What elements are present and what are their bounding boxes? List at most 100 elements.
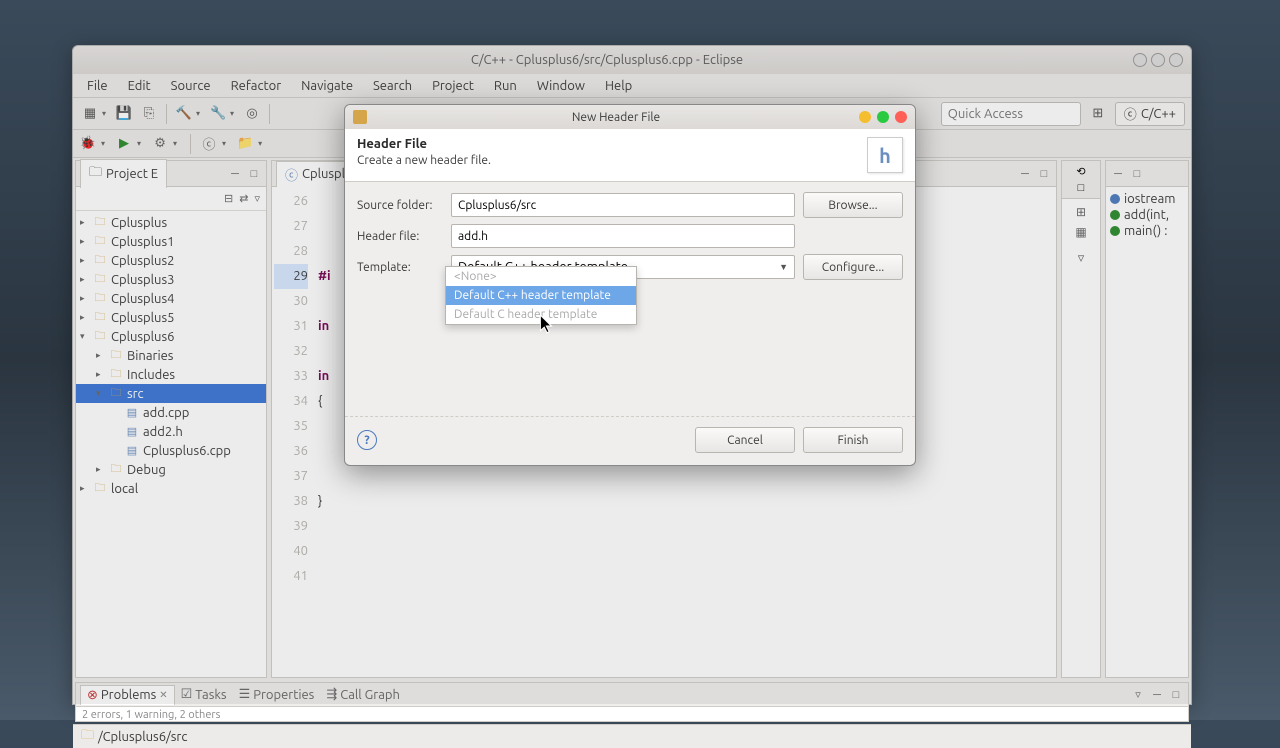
tree-item-add2-h[interactable]: ▤add2.h	[76, 422, 266, 441]
open-perspective-icon[interactable]: ⊞	[1087, 103, 1109, 125]
profile-icon[interactable]: ⚙	[151, 135, 169, 153]
tree-item-src[interactable]: ▾🗀src	[76, 384, 266, 403]
tree-item-includes[interactable]: ▸🗀Includes	[76, 365, 266, 384]
menu-project[interactable]: Project	[422, 76, 484, 96]
browse-button[interactable]: Browse...	[803, 192, 903, 218]
close-icon[interactable]: ✕	[159, 689, 167, 701]
header-file-icon: h	[867, 137, 903, 173]
save-icon[interactable]: 💾	[113, 103, 135, 125]
new-class-icon[interactable]: ⓒ	[200, 135, 218, 153]
tree-item-local[interactable]: ▸🗀local	[76, 479, 266, 498]
tab-properties[interactable]: ☰ Properties	[233, 685, 321, 704]
maximize-outline-icon[interactable]: □	[1129, 166, 1145, 182]
project-tree[interactable]: ▸🗀Cplusplus▸🗀Cplusplus1▸🗀Cplusplus2▸🗀Cpl…	[76, 211, 266, 500]
cancel-button[interactable]: Cancel	[695, 427, 795, 453]
maximize-panel-icon-2[interactable]: □	[1078, 182, 1085, 194]
status-path: /Cplusplus6/src	[98, 730, 187, 744]
template-dropdown: <None> Default C++ header template Defau…	[445, 266, 637, 325]
menu-edit[interactable]: Edit	[118, 76, 161, 96]
minimize-bottom-icon[interactable]: ─	[1149, 687, 1165, 703]
run-icon[interactable]: ▶	[115, 135, 133, 153]
minimize-panel-icon[interactable]: ─	[227, 166, 243, 182]
build-icon[interactable]: 🔨	[173, 103, 195, 125]
tree-item-cplusplus[interactable]: ▸🗀Cplusplus	[76, 213, 266, 232]
tree-item-cplusplus5[interactable]: ▸🗀Cplusplus5	[76, 308, 266, 327]
main-titlebar: C/C++ - Cplusplus6/src/Cplusplus6.cpp - …	[73, 46, 1191, 74]
maximize-editor-icon[interactable]: □	[1036, 166, 1052, 182]
outline-item[interactable]: main() :	[1110, 223, 1184, 239]
help-icon[interactable]: ?	[357, 430, 377, 450]
dialog-subheading: Create a new header file.	[357, 154, 867, 167]
dialog-titlebar[interactable]: New Header File	[345, 105, 915, 129]
minimize-button[interactable]	[1133, 53, 1147, 67]
view-icon-1[interactable]: ⊞	[1076, 205, 1086, 219]
project-explorer-tab[interactable]: 🗀 Project E	[80, 159, 167, 188]
menu-file[interactable]: File	[77, 76, 118, 96]
maximize-panel-icon[interactable]: □	[246, 166, 262, 182]
tree-item-cplusplus6[interactable]: ▾🗀Cplusplus6	[76, 327, 266, 346]
call-graph-icon: ⇶	[326, 687, 337, 702]
dropdown-item-c[interactable]: Default C header template	[446, 305, 636, 324]
tree-item-cplusplus4[interactable]: ▸🗀Cplusplus4	[76, 289, 266, 308]
link-editor-icon[interactable]: ⇄	[239, 192, 248, 205]
dialog-maximize-button[interactable]	[877, 111, 889, 123]
quick-access-input[interactable]	[941, 102, 1081, 126]
header-file-input[interactable]	[451, 224, 795, 248]
folder-icon: 🗀	[81, 726, 94, 748]
project-explorer-icon: 🗀	[89, 163, 102, 185]
tab-problems[interactable]: ⊗ Problems ✕	[80, 685, 175, 705]
header-file-label: Header file:	[357, 230, 443, 243]
cpp-file-icon: ⓒ	[285, 165, 298, 184]
tree-item-cplusplus1[interactable]: ▸🗀Cplusplus1	[76, 232, 266, 251]
dropdown-item-none[interactable]: <None>	[446, 267, 636, 286]
wrench-icon[interactable]: 🔧	[207, 103, 229, 125]
configure-button[interactable]: Configure...	[803, 254, 903, 280]
minimized-panel: ⟲ □ ⊞ ▦ ▿	[1061, 160, 1101, 678]
restore-panel-icon[interactable]: ⟲	[1076, 165, 1085, 178]
tab-call-graph[interactable]: ⇶ Call Graph	[320, 685, 406, 704]
dropdown-item-cpp[interactable]: Default C++ header template	[446, 286, 636, 305]
view-menu-bottom-icon[interactable]: ▿	[1130, 687, 1146, 703]
tree-item-cplusplus2[interactable]: ▸🗀Cplusplus2	[76, 251, 266, 270]
menu-source[interactable]: Source	[161, 76, 221, 96]
view-menu-icon[interactable]: ▿	[254, 192, 260, 205]
perspective-cpp[interactable]: ⓒ C/C++	[1115, 102, 1185, 126]
tree-item-debug[interactable]: ▸🗀Debug	[76, 460, 266, 479]
debug-icon[interactable]: 🐞	[79, 135, 97, 153]
menu-window[interactable]: Window	[527, 76, 595, 96]
menu-refactor[interactable]: Refactor	[221, 76, 292, 96]
source-folder-input[interactable]	[451, 193, 795, 217]
tree-item-cplusplus6-cpp[interactable]: ▤Cplusplus6.cpp	[76, 441, 266, 460]
outline-item[interactable]: add(int,	[1110, 207, 1184, 223]
new-folder-icon[interactable]: 📁	[236, 135, 254, 153]
maximize-bottom-icon[interactable]: □	[1168, 687, 1184, 703]
close-button[interactable]	[1169, 53, 1183, 67]
finish-button[interactable]: Finish	[803, 427, 903, 453]
menu-run[interactable]: Run	[484, 76, 527, 96]
tree-item-add-cpp[interactable]: ▤add.cpp	[76, 403, 266, 422]
save-all-icon[interactable]: ⎘	[138, 103, 160, 125]
view-icon-2[interactable]: ▦	[1075, 225, 1086, 239]
minimize-editor-icon[interactable]: ─	[1017, 166, 1033, 182]
tree-item-cplusplus3[interactable]: ▸🗀Cplusplus3	[76, 270, 266, 289]
minimize-outline-icon[interactable]: ─	[1110, 166, 1126, 182]
menu-help[interactable]: Help	[595, 76, 642, 96]
menu-navigate[interactable]: Navigate	[291, 76, 363, 96]
dialog-close-button[interactable]	[895, 111, 907, 123]
new-header-file-dialog: New Header File Header File Create a new…	[344, 104, 916, 466]
maximize-button[interactable]	[1151, 53, 1165, 67]
dialog-minimize-button[interactable]	[859, 111, 871, 123]
main-window-title: C/C++ - Cplusplus6/src/Cplusplus6.cpp - …	[81, 53, 1133, 67]
chevron-down-icon: ▼	[779, 262, 788, 272]
tree-item-binaries[interactable]: ▸🗀Binaries	[76, 346, 266, 365]
target-icon[interactable]: ◎	[241, 103, 263, 125]
collapse-all-icon[interactable]: ⊟	[224, 192, 233, 205]
outline-panel: ─ □ iostreamadd(int,main() :	[1105, 160, 1189, 678]
tab-tasks[interactable]: ☑ Tasks	[175, 685, 233, 704]
new-icon[interactable]: ▦	[79, 103, 101, 125]
menu-search[interactable]: Search	[363, 76, 422, 96]
template-label: Template:	[357, 261, 443, 274]
outline-item[interactable]: iostream	[1110, 191, 1184, 207]
dialog-title: New Header File	[373, 111, 859, 124]
cpp-icon: ⓒ	[1124, 104, 1137, 123]
